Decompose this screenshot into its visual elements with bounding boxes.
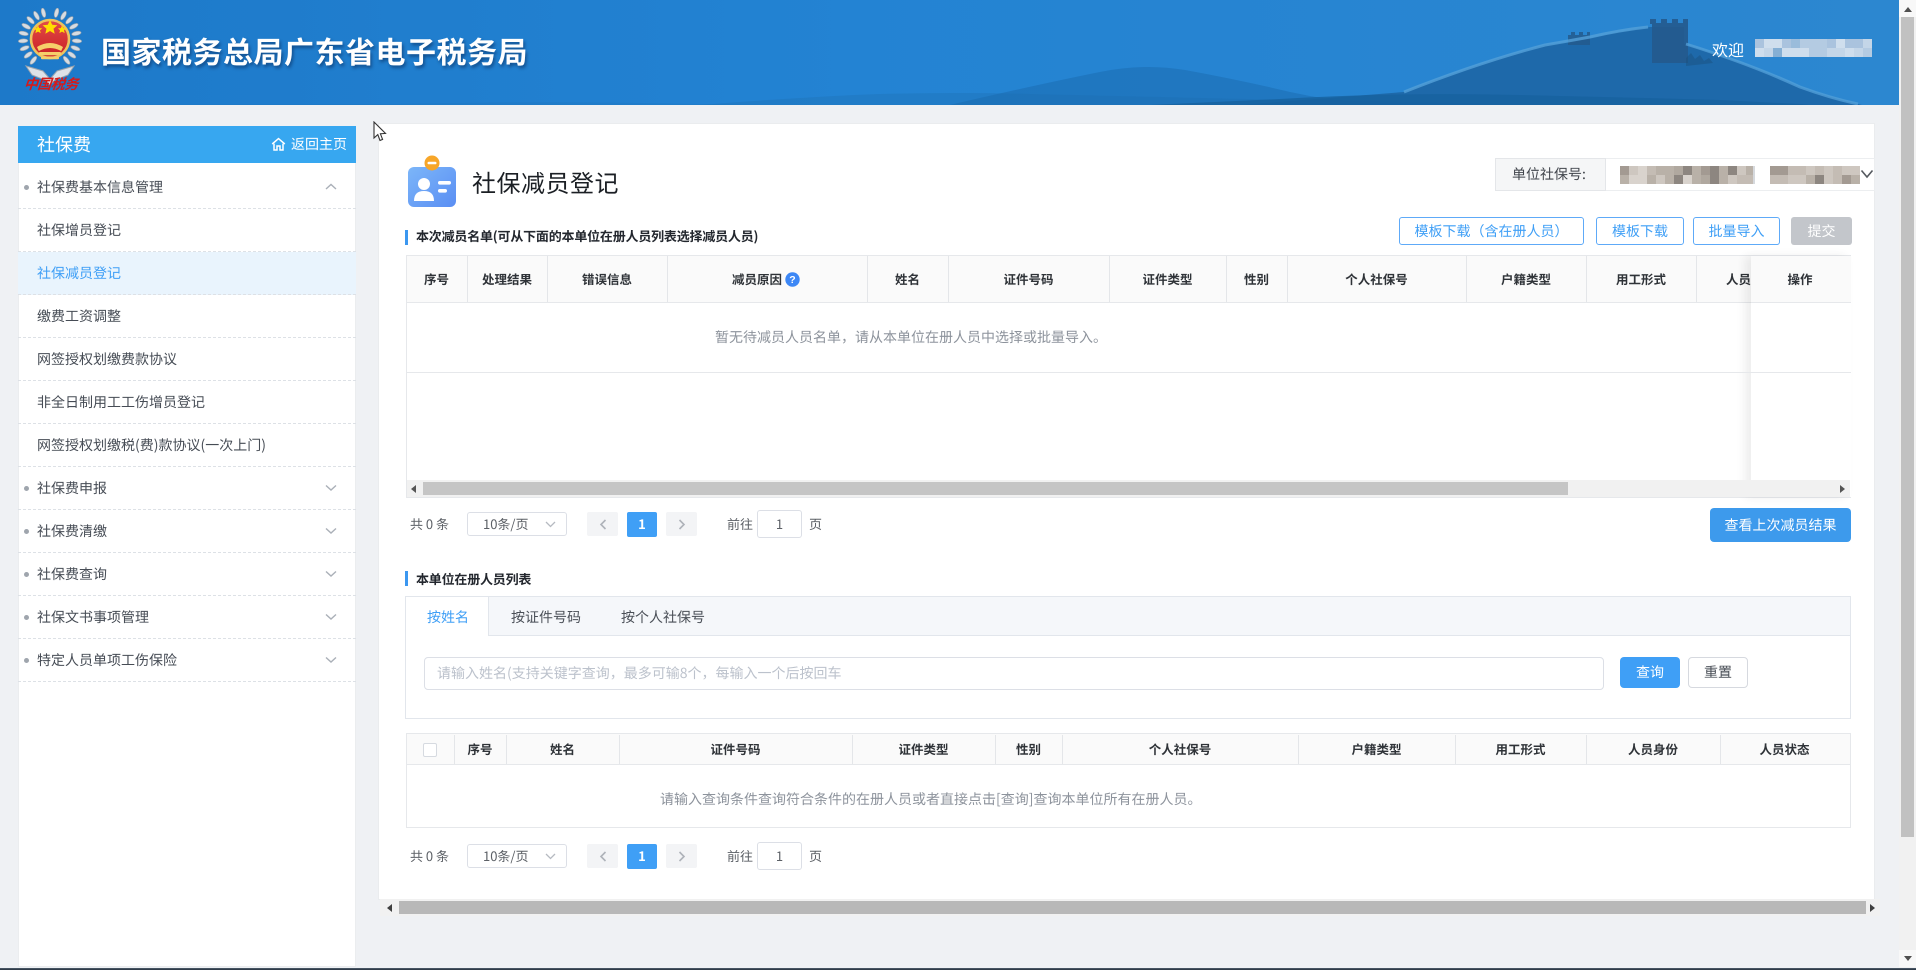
svg-text:?: ? (789, 274, 795, 286)
